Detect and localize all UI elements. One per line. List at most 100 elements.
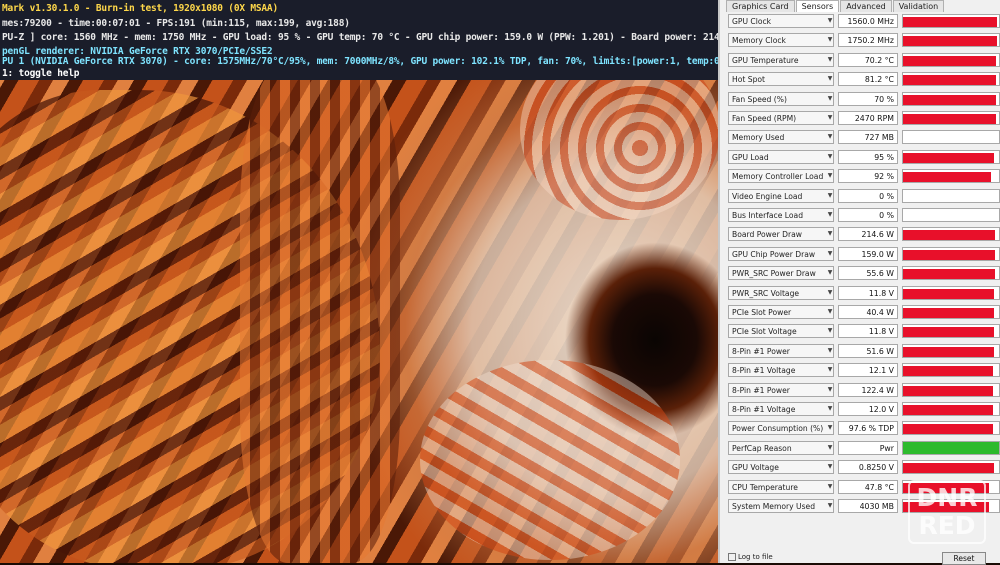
- sensor-label[interactable]: 8-Pin #1 Power: [728, 382, 834, 397]
- sensor-graph-bar: [903, 424, 994, 435]
- sensor-graph-bar: [903, 327, 995, 338]
- sensor-graph: [902, 72, 1000, 87]
- sensor-row: 8-Pin #1 Voltage ▼ 12.0 V: [728, 402, 1000, 417]
- sensor-graph: [902, 33, 1000, 48]
- sensor-graph: [902, 363, 1000, 378]
- sensor-value: 70.2 °C: [838, 52, 898, 67]
- chevron-down-icon[interactable]: ▼: [825, 344, 835, 358]
- sensor-graph-bar: [903, 405, 994, 415]
- sensor-graph: [902, 343, 1000, 358]
- chevron-down-icon[interactable]: ▼: [825, 421, 835, 435]
- sensor-label[interactable]: Fan Speed (RPM): [728, 111, 834, 125]
- chevron-down-icon[interactable]: ▼: [825, 130, 835, 144]
- chevron-down-icon[interactable]: ▼: [825, 14, 835, 28]
- sensor-label[interactable]: PCIe Slot Power: [728, 305, 834, 319]
- sensor-label[interactable]: PerfCap Reason: [728, 440, 834, 455]
- sensor-label[interactable]: Memory Used: [728, 130, 834, 145]
- sensor-label[interactable]: Memory Controller Load: [728, 169, 834, 184]
- sensor-value: 11.8 V: [838, 285, 898, 300]
- chevron-down-icon[interactable]: ▼: [825, 363, 835, 377]
- sensor-label[interactable]: Bus Interface Load: [728, 208, 834, 222]
- sensor-label[interactable]: GPU Chip Power Draw: [728, 246, 834, 261]
- tab-sensors[interactable]: Sensors: [795, 0, 840, 12]
- chevron-down-icon[interactable]: ▼: [825, 169, 835, 183]
- sensor-graph: [902, 188, 1000, 203]
- chevron-down-icon[interactable]: ▼: [825, 208, 835, 222]
- sensor-row: PWR_SRC Power Draw ▼ 55.6 W: [728, 266, 1000, 281]
- tab-graphics-card[interactable]: Graphics Card: [726, 0, 795, 12]
- chevron-down-icon[interactable]: ▼: [825, 402, 835, 416]
- sensor-row: Fan Speed (RPM) ▼ 2470 RPM: [728, 111, 1000, 126]
- osd-help-line: 1: toggle help: [2, 68, 80, 79]
- chevron-down-icon[interactable]: ▼: [825, 383, 835, 397]
- sensor-label[interactable]: 8-Pin #1 Power: [728, 343, 834, 358]
- sensor-label[interactable]: GPU Voltage: [728, 460, 834, 475]
- sensor-label[interactable]: PWR_SRC Voltage: [728, 285, 834, 300]
- chevron-down-icon[interactable]: ▼: [825, 53, 835, 67]
- sensor-row: 8-Pin #1 Power ▼ 51.6 W: [728, 343, 1000, 359]
- chevron-down-icon[interactable]: ▼: [825, 111, 835, 125]
- sensor-graph-bar: [903, 346, 995, 357]
- sensor-graph-bar: [903, 269, 996, 280]
- sensor-label[interactable]: PCIe Slot Voltage: [728, 324, 834, 339]
- sensor-graph-bar: [903, 152, 995, 163]
- sensor-row: GPU Clock ▼ 1560.0 MHz: [728, 14, 1000, 29]
- chevron-down-icon[interactable]: ▼: [825, 247, 835, 261]
- sensor-label[interactable]: PWR_SRC Power Draw: [728, 266, 834, 281]
- sensor-row: PCIe Slot Power ▼ 40.4 W: [728, 305, 1000, 320]
- sensor-value: 47.8 °C: [838, 479, 898, 494]
- sensor-value: Pwr: [838, 440, 898, 455]
- sensor-label[interactable]: Fan Speed (%): [728, 91, 834, 106]
- chevron-down-icon[interactable]: ▼: [825, 72, 835, 86]
- sensor-graph: [902, 111, 1000, 125]
- sensor-label[interactable]: 8-Pin #1 Voltage: [728, 402, 834, 416]
- chevron-down-icon[interactable]: ▼: [825, 499, 835, 513]
- sensor-row: Memory Clock ▼ 1750.2 MHz: [728, 33, 1000, 48]
- chevron-down-icon[interactable]: ▼: [825, 460, 835, 474]
- chevron-down-icon[interactable]: ▼: [825, 227, 835, 241]
- sensor-graph: [902, 246, 1000, 261]
- sensor-row: GPU Voltage ▼ 0.8250 V: [728, 460, 1000, 475]
- reset-button[interactable]: Reset: [942, 552, 986, 565]
- sensor-value: 97.6 % TDP: [838, 421, 898, 436]
- tab-advanced[interactable]: Advanced: [840, 0, 892, 12]
- sensor-graph: [902, 440, 1000, 455]
- chevron-down-icon[interactable]: ▼: [825, 150, 835, 164]
- chevron-down-icon[interactable]: ▼: [825, 324, 835, 338]
- sensor-label[interactable]: GPU Clock: [728, 14, 834, 28]
- sensor-label[interactable]: CPU Temperature: [728, 479, 834, 494]
- furmark-osd: Mark v1.30.1.0 - Burn-in test, 1920x1080…: [0, 0, 941, 80]
- sensor-label[interactable]: Video Engine Load: [728, 188, 834, 203]
- chevron-down-icon[interactable]: ▼: [825, 92, 835, 106]
- chevron-down-icon[interactable]: ▼: [825, 441, 835, 455]
- sensor-label[interactable]: GPU Load: [728, 149, 834, 164]
- log-to-file-checkbox[interactable]: Log to file: [728, 553, 773, 561]
- tab-validation[interactable]: Validation: [892, 0, 945, 12]
- sensor-label[interactable]: GPU Temperature: [728, 52, 834, 67]
- chevron-down-icon[interactable]: ▼: [825, 286, 835, 300]
- chevron-down-icon[interactable]: ▼: [825, 480, 835, 494]
- sensor-label[interactable]: Power Consumption (%): [728, 421, 834, 436]
- sensor-row: PCIe Slot Voltage ▼ 11.8 V: [728, 324, 1000, 339]
- sensor-graph-bar: [903, 75, 997, 86]
- furmark-render-area: [0, 0, 718, 563]
- chevron-down-icon[interactable]: ▼: [825, 266, 835, 280]
- sensor-label[interactable]: 8-Pin #1 Voltage: [728, 363, 834, 378]
- sensor-value: 0 %: [838, 208, 898, 222]
- gpuz-window: Graphics Card Sensors Advanced Validatio…: [718, 0, 1000, 565]
- sensor-label[interactable]: Board Power Draw: [728, 227, 834, 242]
- sensor-value: 727 MB: [838, 130, 898, 145]
- sensor-value: 159.0 W: [838, 246, 898, 261]
- sensor-graph: [902, 382, 1000, 397]
- sensor-label[interactable]: Memory Clock: [728, 33, 834, 48]
- sensor-graph-bar: [903, 441, 999, 454]
- sensor-label[interactable]: Hot Spot: [728, 72, 834, 87]
- sensor-value: 4030 MB: [838, 499, 898, 513]
- chevron-down-icon[interactable]: ▼: [825, 305, 835, 319]
- sensor-graph: [902, 208, 1000, 222]
- sensor-value: 2470 RPM: [838, 111, 898, 125]
- sensor-graph-bar: [903, 55, 997, 66]
- chevron-down-icon[interactable]: ▼: [825, 189, 835, 203]
- sensor-label[interactable]: System Memory Used: [728, 499, 834, 513]
- chevron-down-icon[interactable]: ▼: [825, 33, 835, 47]
